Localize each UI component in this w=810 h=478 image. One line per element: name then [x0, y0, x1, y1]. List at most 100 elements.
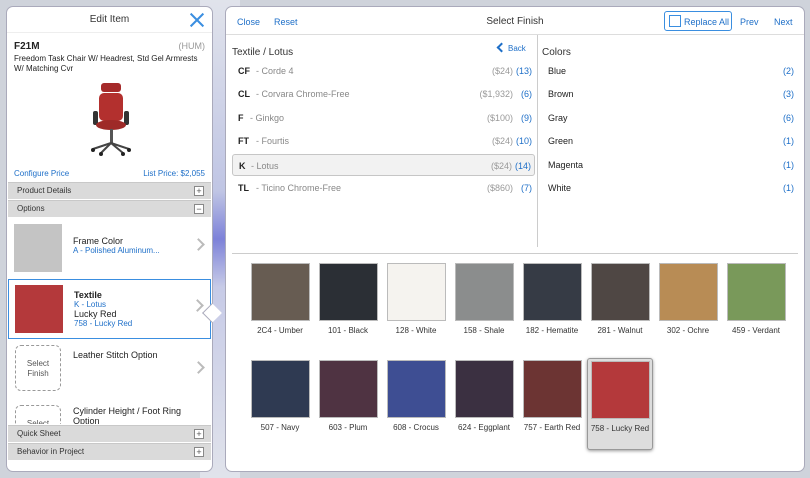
replace-all-toggle[interactable]: Replace All [664, 11, 732, 31]
color-row[interactable]: White (1) [548, 177, 794, 199]
swatch-label: 2C4 - Umber [257, 326, 303, 335]
select-finish-placeholder[interactable]: Select Finish [15, 345, 61, 391]
next-button[interactable]: Next [774, 17, 793, 27]
swatch-label: 182 - Hematite [525, 326, 579, 335]
swatch-color [522, 360, 582, 418]
color-row[interactable]: Blue (2) [548, 60, 794, 82]
prev-button[interactable]: Prev [740, 17, 759, 27]
section-product-details[interactable]: Product Details + [8, 182, 211, 199]
option-title: Cylinder Height / Foot Ring Option [73, 406, 182, 424]
back-button[interactable]: Back [496, 42, 526, 53]
checkbox[interactable] [669, 15, 681, 27]
finish-swatch[interactable]: 302 - Ochre [657, 263, 719, 335]
finish-swatch[interactable]: 2C4 - Umber [249, 263, 311, 335]
expand-icon[interactable]: + [194, 429, 204, 439]
finish-swatch[interactable]: 182 - Hematite [521, 263, 583, 335]
textile-row[interactable]: TL - Ticino Chrome-Free ($860) (7) [232, 177, 535, 199]
textile-row[interactable]: FT - Fourtis ($24) (10) [232, 130, 535, 152]
swatch-color [590, 263, 650, 321]
finish-swatch[interactable]: 757 - Earth Red [521, 360, 583, 432]
section-label: Quick Sheet [17, 429, 61, 438]
chevron-left-icon [496, 42, 507, 53]
textile-name: - Corde 4 [256, 66, 294, 76]
finish-swatch[interactable]: 603 - Plum [317, 360, 379, 432]
color-row[interactable]: Magenta (1) [548, 154, 794, 176]
finish-swatch[interactable]: 101 - Black [317, 263, 379, 335]
textile-count: (6) [521, 89, 532, 100]
swatch-label: 158 - Shale [463, 326, 505, 335]
chevron-right-icon [192, 238, 205, 251]
select-finish-panel: Close Reset Select Finish Replace All Pr… [225, 6, 805, 472]
finish-swatch[interactable]: 128 - White [385, 263, 447, 335]
finish-swatch[interactable]: 459 - Verdant [725, 263, 787, 335]
expand-icon[interactable]: + [194, 447, 204, 457]
finish-swatch[interactable]: 281 - Walnut [589, 263, 651, 335]
color-row[interactable]: Gray (6) [548, 107, 794, 129]
swatch-label: 507 - Navy [260, 423, 300, 432]
swatch-color [726, 263, 786, 321]
swatch-color [318, 360, 378, 418]
section-label: Options [17, 204, 45, 213]
product-description: Freedom Task Chair W/ Headrest, Std Gel … [14, 54, 198, 73]
swatch-label: 101 - Black [327, 326, 369, 335]
option-value: A - Polished Aluminum... [73, 246, 160, 255]
textile-code: F [238, 112, 244, 123]
textile-code: K [239, 160, 246, 171]
colors-header: Colors [542, 47, 571, 58]
color-row[interactable]: Brown (3) [548, 83, 794, 105]
finish-swatch[interactable]: 624 - Eggplant [453, 360, 515, 432]
expand-icon[interactable]: + [194, 186, 204, 196]
chevron-right-icon [192, 361, 205, 374]
textile-row[interactable]: F - Ginkgo ($100) (9) [232, 107, 535, 129]
swatch-label: 757 - Earth Red [523, 423, 581, 432]
swatch-color [522, 263, 582, 321]
option-textile[interactable]: Textile K - Lotus Lucky Red 758 - Lucky … [8, 279, 211, 339]
textile-price: ($860) [486, 183, 513, 193]
section-behavior[interactable]: Behavior in Project + [8, 443, 211, 460]
swatch-color [250, 263, 310, 321]
textile-row[interactable]: CL - Corvara Chrome-Free ($1,932) (6) [232, 83, 535, 105]
finish-swatch[interactable]: 608 - Crocus [385, 360, 447, 432]
option-title: Frame Color [73, 236, 124, 246]
swatch-label: 624 - Eggplant [457, 423, 511, 432]
option-cylinder-height[interactable]: Select Cylinder Height / Foot Ring Optio… [8, 402, 211, 424]
textile-row[interactable]: CF - Corde 4 ($24) (13) [232, 60, 535, 82]
swatch-color [386, 263, 446, 321]
finish-swatch[interactable]: 158 - Shale [453, 263, 515, 335]
back-label: Back [508, 44, 526, 53]
edit-item-panel: Edit Item F21M (HUM) Freedom Task Chair … [6, 6, 213, 472]
section-quick-sheet[interactable]: Quick Sheet + [8, 425, 211, 442]
option-value: K - Lotus [74, 300, 107, 309]
color-count: (3) [783, 89, 794, 100]
option-leather-stitch[interactable]: Select Finish Leather Stitch Option [8, 342, 211, 402]
finish-swatch[interactable]: 507 - Navy [249, 360, 311, 432]
configure-price-link[interactable]: Configure Price [14, 169, 69, 178]
option-title: Textile [74, 290, 102, 300]
finish-swatch[interactable]: 758 - Lucky Red [587, 358, 653, 450]
select-placeholder[interactable]: Select [15, 405, 61, 424]
textile-header: Textile / Lotus [232, 47, 294, 58]
section-label: Product Details [17, 186, 72, 195]
color-count: (6) [783, 112, 794, 123]
option-finish-name: Lucky Red [74, 309, 117, 319]
collapse-icon[interactable]: − [194, 204, 204, 214]
color-name: Green [548, 136, 574, 147]
color-count: (1) [783, 183, 794, 193]
option-finish-code: 758 - Lucky Red [74, 319, 133, 328]
textile-name: - Lotus [251, 160, 279, 171]
close-icon[interactable] [189, 12, 205, 28]
swatch-label: 302 - Ochre [666, 326, 710, 335]
textile-row[interactable]: K - Lotus ($24) (14) [232, 153, 535, 176]
textile-name: - Fourtis [256, 136, 290, 147]
product-tag: (HUM) [178, 41, 206, 51]
divider [537, 35, 538, 247]
color-row[interactable]: Green (1) [548, 130, 794, 152]
option-title: Leather Stitch Option [73, 350, 158, 360]
textile-price: ($24) [491, 136, 513, 147]
swatch-label: 128 - White [395, 326, 437, 335]
section-options[interactable]: Options − [8, 200, 211, 217]
swatch-label: 758 - Lucky Red [590, 424, 650, 433]
textile-code: CF [238, 66, 250, 76]
option-frame-color[interactable]: Frame Color A - Polished Aluminum... [8, 219, 211, 279]
chevron-right-icon [191, 299, 204, 312]
